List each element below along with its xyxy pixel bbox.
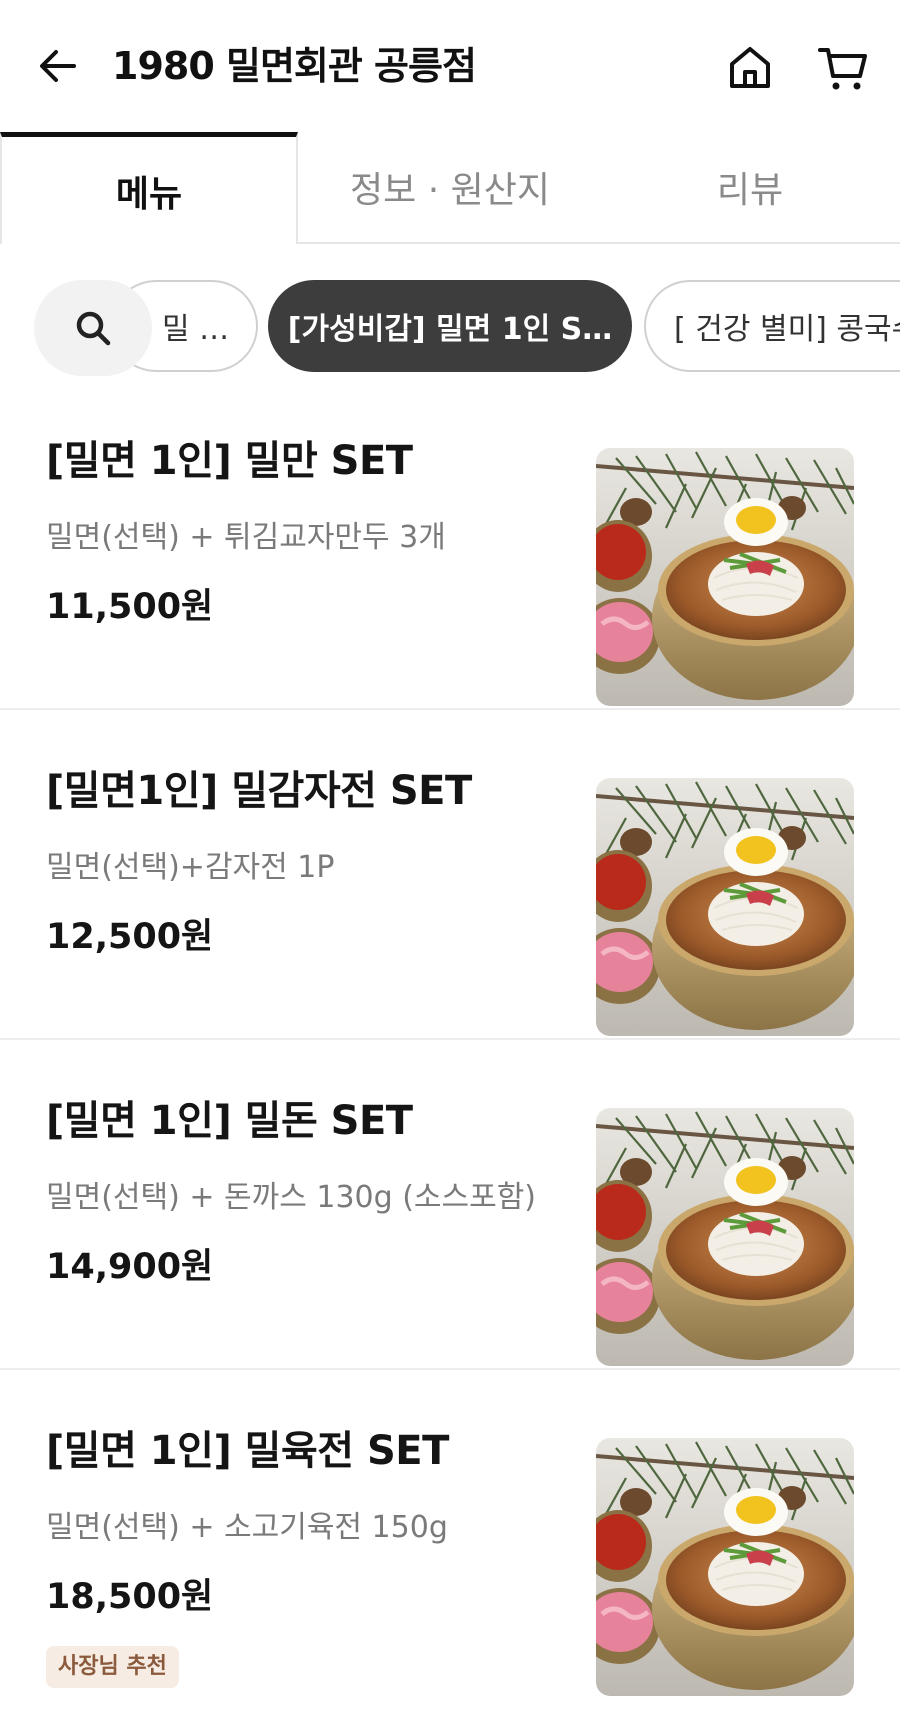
menu-item-description: 밀면(선택) + 돈까스 130g (소스포함) <box>46 1180 537 1215</box>
menu-item-price: 11,500원 <box>46 587 214 627</box>
menu-item-price: 14,900원 <box>46 1247 214 1287</box>
menu-item-name: [밀면 1인] 밀육전 SET <box>46 1428 449 1474</box>
menu-item-name: [밀면1인] 밀감자전 SET <box>46 768 472 814</box>
menu-item-price: 18,500원 <box>46 1577 214 1617</box>
home-icon <box>730 47 770 88</box>
store-tabs: 메뉴 정보 · 원산지 리뷰 <box>0 132 900 244</box>
home-button[interactable] <box>722 40 778 96</box>
recommended-badge: 사장님 추천 <box>46 1646 179 1688</box>
cart-button[interactable] <box>812 40 874 96</box>
menu-item-description: 밀면(선택) + 소고기육전 150g <box>46 1510 448 1545</box>
menu-item-photo <box>596 778 854 1036</box>
store-title: 1980 밀면회관 공릉점 <box>112 44 477 88</box>
menu-item-name: [밀면 1인] 밀만 SET <box>46 438 413 484</box>
menu-item-description: 밀면(선택)+감자전 1P <box>46 850 335 885</box>
cart-icon <box>818 48 867 90</box>
menu-item-description: 밀면(선택) + 튀김교자만두 3개 <box>46 520 446 555</box>
category-chip-bar[interactable]: 밀 … [가성비갑] 밀면 1인 S… [ 건강 별미] 콩국수 <box>0 244 900 380</box>
tab-menu[interactable]: 메뉴 <box>0 132 298 244</box>
menu-item[interactable]: [밀면 1인] 밀육전 SET 밀면(선택) + 소고기육전 150g 18,5… <box>0 1370 900 1700</box>
arrow-left-icon <box>40 50 76 82</box>
menu-search-button[interactable] <box>34 280 152 376</box>
category-chip-selected[interactable]: [가성비갑] 밀면 1인 S… <box>268 280 632 372</box>
app-header: 1980 밀면회관 공릉점 <box>0 0 900 132</box>
tab-reviews[interactable]: 리뷰 <box>600 132 900 242</box>
tab-info-origin[interactable]: 정보 · 원산지 <box>300 132 600 242</box>
menu-item[interactable]: [밀면 1인] 밀만 SET 밀면(선택) + 튀김교자만두 3개 11,500… <box>0 380 900 710</box>
search-icon <box>76 311 111 346</box>
menu-item-photo <box>596 1108 854 1366</box>
menu-item[interactable]: [밀면 1인] 밀돈 SET 밀면(선택) + 돈까스 130g (소스포함) … <box>0 1040 900 1370</box>
category-chip[interactable]: [ 건강 별미] 콩국수 <box>644 280 900 372</box>
menu-item-name: [밀면 1인] 밀돈 SET <box>46 1098 413 1144</box>
menu-item-photo <box>596 448 854 706</box>
menu-item[interactable]: [밀면1인] 밀감자전 SET 밀면(선택)+감자전 1P 12,500원 <box>0 710 900 1040</box>
menu-item-photo <box>596 1438 854 1696</box>
menu-item-price: 12,500원 <box>46 917 214 957</box>
back-button[interactable] <box>32 40 84 92</box>
